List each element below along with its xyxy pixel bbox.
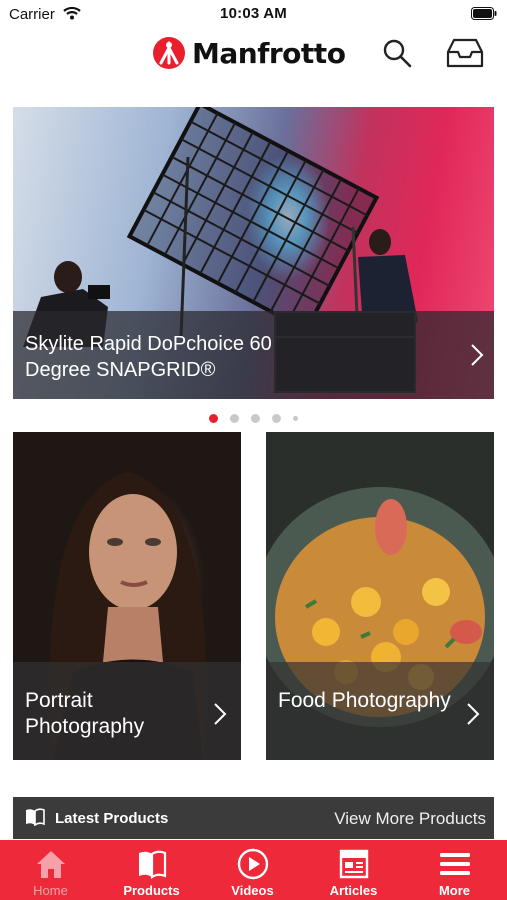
tile-title: Food Photography <box>278 689 451 712</box>
brand-name: Manfrotto <box>192 36 346 70</box>
tab-products[interactable]: Products <box>101 840 202 900</box>
hero-title: Skylite Rapid DoPchoice 60 Degree SNAPGR… <box>25 333 272 381</box>
clock: 10:03 AM <box>220 5 287 22</box>
pager-dot[interactable] <box>230 414 239 424</box>
app-header: Manfrotto <box>0 28 507 78</box>
battery-icon <box>471 7 497 20</box>
tab-label: More <box>438 883 471 898</box>
chevron-right-icon <box>471 344 484 366</box>
hero-banner[interactable]: Skylite Rapid DoPchoice 60 Degree SNAPGR… <box>13 107 494 399</box>
tab-label: Articles <box>329 883 378 898</box>
tab-home[interactable]: Home <box>0 840 101 900</box>
latest-products-label: Latest Products <box>55 810 169 827</box>
latest-products-bar: Latest Products View More Products <box>13 797 494 839</box>
tab-videos[interactable]: Videos <box>202 840 303 900</box>
pager-dot[interactable] <box>293 416 298 422</box>
tab-articles[interactable]: Articles <box>303 840 404 900</box>
home-icon <box>37 851 65 878</box>
tab-label: Products <box>123 883 180 898</box>
book-icon <box>26 808 45 826</box>
pager-dot-active[interactable] <box>209 414 218 424</box>
products-icon <box>139 850 167 880</box>
chevron-right-icon <box>214 703 227 725</box>
category-tile-food[interactable]: Food Photography <box>266 432 494 760</box>
pager-dot[interactable] <box>272 414 281 424</box>
tab-label: Videos <box>231 883 274 898</box>
tile-title: Portrait Photography <box>25 689 145 738</box>
menu-icon <box>440 853 470 875</box>
manfrotto-logo-icon <box>153 37 185 69</box>
search-icon[interactable] <box>382 38 412 68</box>
inbox-icon[interactable] <box>446 38 484 68</box>
articles-icon <box>339 849 369 879</box>
category-tile-portrait[interactable]: Portrait Photography <box>13 432 241 760</box>
play-icon <box>237 848 269 880</box>
tab-label: Home <box>33 883 68 898</box>
chevron-right-icon <box>467 703 480 725</box>
carousel-pager[interactable] <box>0 410 507 424</box>
status-bar: Carrier 10:03 AM <box>0 0 507 28</box>
tab-more[interactable]: More <box>404 840 505 900</box>
view-more-products-link[interactable]: View More Products <box>334 809 486 829</box>
bottom-tab-bar: Home Products Videos Articles More <box>0 840 507 900</box>
brand-logo[interactable]: Manfrotto <box>152 36 346 70</box>
pager-dot[interactable] <box>251 414 260 424</box>
